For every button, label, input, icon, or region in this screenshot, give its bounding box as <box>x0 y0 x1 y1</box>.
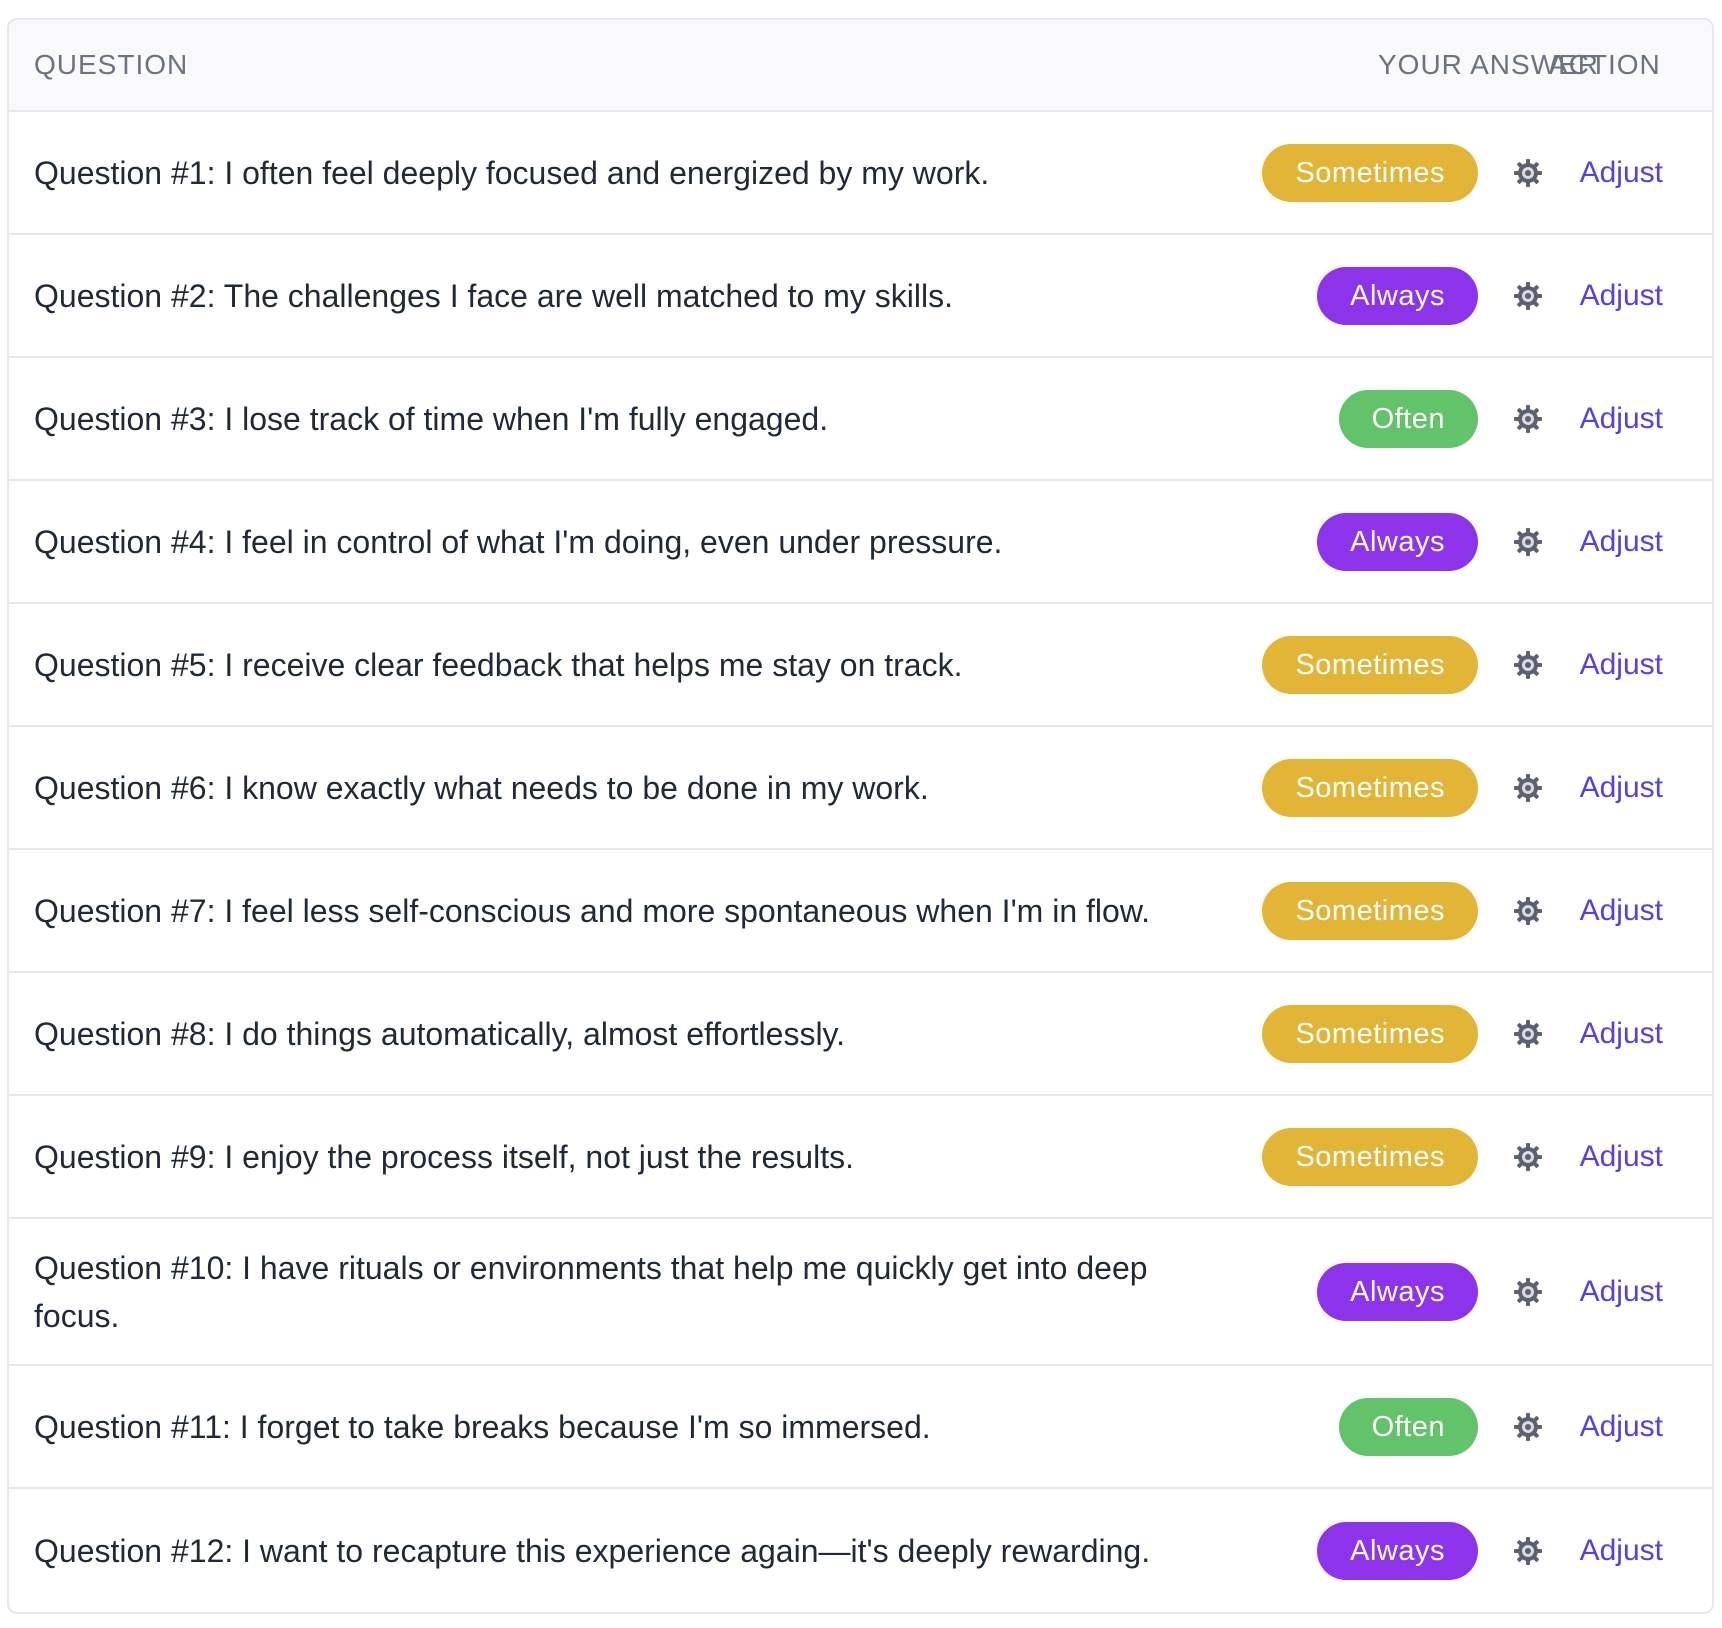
question-text: Question #1: I often feel deeply focused… <box>34 154 990 191</box>
adjust-link[interactable]: Adjust <box>1580 279 1663 313</box>
adjust-link[interactable]: Adjust <box>1580 771 1663 805</box>
answer-badge: Often <box>1338 1397 1478 1456</box>
gear-icon[interactable] <box>1512 895 1544 927</box>
table-row: Question #9: I enjoy the process itself,… <box>9 1096 1712 1219</box>
gear-icon[interactable] <box>1512 1276 1544 1308</box>
column-header-action: ACTION <box>1549 49 1661 80</box>
table-row: Question #8: I do things automatically, … <box>9 973 1712 1096</box>
answer-badge: Sometimes <box>1262 143 1478 202</box>
gear-icon[interactable] <box>1512 403 1544 435</box>
answer-badge: Always <box>1317 512 1478 571</box>
answer-badge: Often <box>1338 389 1478 448</box>
question-text: Question #3: I lose track of time when I… <box>34 400 829 437</box>
adjust-link[interactable]: Adjust <box>1580 1140 1663 1174</box>
adjust-link[interactable]: Adjust <box>1580 1017 1663 1051</box>
adjust-link[interactable]: Adjust <box>1580 402 1663 436</box>
answer-badge: Sometimes <box>1262 758 1478 817</box>
column-header-question: QUESTION <box>34 49 189 80</box>
question-text: Question #7: I feel less self-conscious … <box>34 892 1151 929</box>
answer-badge: Always <box>1317 1262 1478 1321</box>
answer-badge: Sometimes <box>1262 635 1478 694</box>
adjust-link[interactable]: Adjust <box>1580 648 1663 682</box>
answer-badge: Always <box>1317 1521 1478 1580</box>
table-row: Question #4: I feel in control of what I… <box>9 481 1712 604</box>
table-row: Question #12: I want to recapture this e… <box>9 1489 1712 1612</box>
question-text: Question #8: I do things automatically, … <box>34 1015 846 1052</box>
gear-icon[interactable] <box>1512 1141 1544 1173</box>
adjust-link[interactable]: Adjust <box>1580 894 1663 928</box>
table-header: QUESTION YOUR ANSWER ACTION <box>9 20 1712 112</box>
gear-icon[interactable] <box>1512 772 1544 804</box>
gear-icon[interactable] <box>1512 649 1544 681</box>
table-row: Question #6: I know exactly what needs t… <box>9 727 1712 850</box>
gear-icon[interactable] <box>1512 1018 1544 1050</box>
answer-badge: Sometimes <box>1262 1127 1478 1186</box>
answer-badge: Sometimes <box>1262 881 1478 940</box>
table-row: Question #5: I receive clear feedback th… <box>9 604 1712 727</box>
adjust-link[interactable]: Adjust <box>1580 156 1663 190</box>
gear-icon[interactable] <box>1512 280 1544 312</box>
question-text: Question #6: I know exactly what needs t… <box>34 769 929 806</box>
question-text: Question #4: I feel in control of what I… <box>34 523 1003 560</box>
table-row: Question #2: The challenges I face are w… <box>9 235 1712 358</box>
question-text: Question #10: I have rituals or environm… <box>34 1249 1148 1334</box>
question-text: Question #2: The challenges I face are w… <box>34 277 953 314</box>
adjust-link[interactable]: Adjust <box>1580 1410 1663 1444</box>
answer-badge: Sometimes <box>1262 1004 1478 1063</box>
gear-icon[interactable] <box>1512 157 1544 189</box>
questionnaire-table: QUESTION YOUR ANSWER ACTION Question #1:… <box>7 18 1714 1614</box>
table-row: Question #1: I often feel deeply focused… <box>9 112 1712 235</box>
table-row: Question #11: I forget to take breaks be… <box>9 1366 1712 1489</box>
question-text: Question #11: I forget to take breaks be… <box>34 1408 931 1445</box>
gear-icon[interactable] <box>1512 1411 1544 1443</box>
table-row: Question #3: I lose track of time when I… <box>9 358 1712 481</box>
answer-badge: Always <box>1317 266 1478 325</box>
table-row: Question #10: I have rituals or environm… <box>9 1219 1712 1366</box>
adjust-link[interactable]: Adjust <box>1580 1275 1663 1309</box>
adjust-link[interactable]: Adjust <box>1580 525 1663 559</box>
question-text: Question #12: I want to recapture this e… <box>34 1532 1151 1569</box>
question-text: Question #9: I enjoy the process itself,… <box>34 1138 854 1175</box>
table-row: Question #7: I feel less self-conscious … <box>9 850 1712 973</box>
question-text: Question #5: I receive clear feedback th… <box>34 646 963 683</box>
gear-icon[interactable] <box>1512 1535 1544 1567</box>
gear-icon[interactable] <box>1512 526 1544 558</box>
adjust-link[interactable]: Adjust <box>1580 1534 1663 1568</box>
